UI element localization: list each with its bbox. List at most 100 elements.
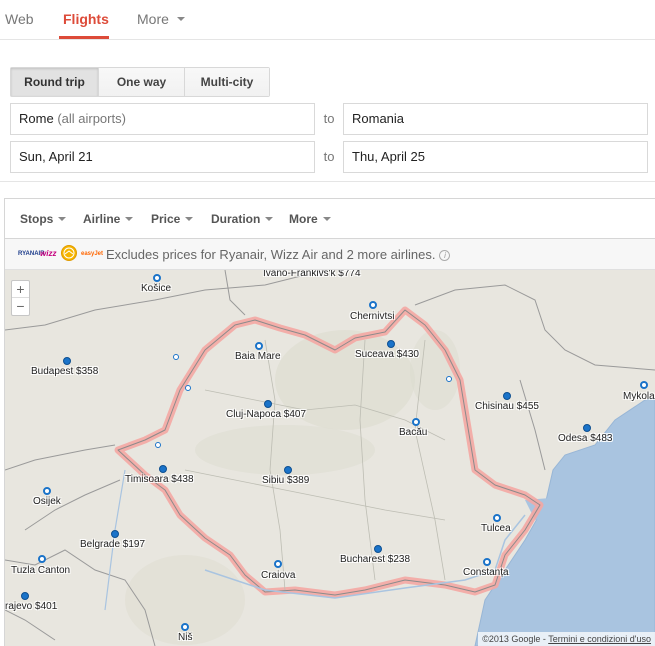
city-label: Tuzla Canton — [11, 565, 71, 576]
chevron-down-icon — [322, 216, 331, 221]
zoom-control: + − — [11, 280, 30, 316]
trip-type-selector: Round trip One way Multi-city — [10, 67, 270, 97]
map-pin-small[interactable] — [155, 442, 161, 448]
map-pin[interactable] — [255, 342, 263, 350]
filter-stops[interactable]: Stops — [20, 212, 67, 226]
map-pin[interactable] — [387, 340, 395, 348]
city-label[interactable]: Timisoara $438 — [125, 474, 194, 485]
exclusion-text: Excludes prices for Ryanair, Wizz Air an… — [106, 247, 451, 262]
to-label: to — [323, 111, 335, 126]
map-pin[interactable] — [412, 418, 420, 426]
map-pin[interactable] — [153, 274, 161, 282]
map-pin[interactable] — [493, 514, 501, 522]
map-pin-small[interactable] — [173, 354, 179, 360]
filter-more[interactable]: More — [289, 212, 331, 226]
map-pin[interactable] — [583, 424, 591, 432]
city-label: Bacău — [399, 427, 428, 438]
map-pin[interactable] — [181, 623, 189, 631]
lufthansa-icon — [61, 245, 77, 261]
destination-input[interactable]: Romania — [343, 103, 648, 135]
city-label[interactable]: Sibiu $389 — [262, 475, 309, 486]
origin-input[interactable]: Rome (all airports) — [10, 103, 315, 135]
map-copyright: ©2013 Google - Termini e condizioni d'us… — [478, 632, 655, 646]
zoom-in-button[interactable]: + — [12, 281, 29, 298]
filter-airline-label: Airline — [83, 212, 121, 226]
map-pin[interactable] — [63, 357, 71, 365]
city-label[interactable]: Belgrade $197 — [80, 539, 145, 550]
filter-price-label: Price — [151, 212, 181, 226]
multi-city-button[interactable]: Multi-city — [185, 68, 269, 96]
city-label: Constanța — [463, 567, 509, 578]
city-label: Chernivtsi — [350, 311, 395, 322]
exclusion-notice: RYANAIR wizz easyJet Excludes prices for… — [5, 239, 655, 270]
map-pin[interactable] — [483, 558, 491, 566]
filter-airline[interactable]: Airline — [83, 212, 134, 226]
top-nav: Web Flights More — [0, 0, 655, 40]
route-row: Rome (all airports) to Romania — [10, 103, 648, 135]
chevron-down-icon — [125, 216, 134, 221]
depart-date-input[interactable]: Sun, April 21 — [10, 141, 315, 173]
city-label: Osijek — [33, 496, 61, 507]
chevron-down-icon — [176, 17, 185, 22]
city-label[interactable]: Suceava $430 — [355, 349, 419, 360]
info-icon[interactable]: i — [439, 250, 451, 262]
chevron-down-icon — [185, 216, 194, 221]
filter-bar: Stops Airline Price Duration More — [5, 199, 655, 239]
map-pin[interactable] — [374, 545, 382, 553]
chevron-down-icon — [58, 216, 67, 221]
city-label: Baia Mare — [235, 351, 281, 362]
zoom-out-button[interactable]: − — [12, 298, 29, 315]
origin-value: Rome — [19, 111, 54, 126]
city-label[interactable]: Cluj-Napoca $407 — [226, 409, 306, 420]
city-label[interactable]: Odesa $483 — [558, 433, 613, 444]
filter-price[interactable]: Price — [151, 212, 194, 226]
chevron-down-icon — [265, 216, 274, 221]
map-pin[interactable] — [21, 592, 29, 600]
filter-stops-label: Stops — [20, 212, 54, 226]
map-pin[interactable] — [38, 555, 46, 563]
round-trip-button[interactable]: Round trip — [11, 68, 99, 96]
city-label[interactable]: rajevo $401 — [5, 601, 57, 612]
map-pin[interactable] — [264, 400, 272, 408]
city-label: Niš — [178, 632, 193, 643]
filter-duration[interactable]: Duration — [211, 212, 274, 226]
easyjet-logo: easyJet — [81, 251, 104, 257]
map-pin[interactable] — [43, 487, 51, 495]
map-pin[interactable] — [111, 530, 119, 538]
city-label: Craiova — [261, 570, 296, 581]
map-pin[interactable] — [503, 392, 511, 400]
date-row: Sun, April 21 to Thu, April 25 — [10, 141, 648, 173]
map-pin[interactable] — [369, 301, 377, 309]
tab-flights[interactable]: Flights — [63, 11, 109, 27]
map-pin[interactable] — [159, 465, 167, 473]
wizz-logo: wizz — [40, 249, 57, 258]
return-date-input[interactable]: Thu, April 25 — [343, 141, 648, 173]
tab-more[interactable]: More — [137, 11, 185, 27]
city-label[interactable]: Bucharest $238 — [340, 554, 410, 565]
city-label[interactable]: Budapest $358 — [31, 366, 98, 377]
city-label: Mykola — [623, 391, 655, 402]
map-pin-small[interactable] — [446, 376, 452, 382]
map-pin[interactable] — [640, 381, 648, 389]
map-pin[interactable] — [284, 466, 292, 474]
city-label: Košice — [141, 283, 172, 294]
filter-more-label: More — [289, 212, 318, 226]
map-canvas[interactable]: + − Ivano-Frankivs'k $774 Košice Cherniv… — [5, 270, 655, 646]
one-way-button[interactable]: One way — [99, 68, 185, 96]
origin-qualifier: (all airports) — [57, 111, 126, 126]
copyright-text: ©2013 Google - — [482, 634, 546, 644]
exclusion-text-label: Excludes prices for Ryanair, Wizz Air an… — [106, 247, 436, 262]
section-divider — [0, 181, 655, 182]
city-label[interactable]: Chisinau $455 — [475, 401, 539, 412]
city-label: Tulcea — [481, 523, 511, 534]
city-label[interactable]: Ivano-Frankivs'k $774 — [263, 270, 361, 279]
terms-link[interactable]: Termini e condizioni d'uso — [548, 634, 651, 644]
tab-more-label: More — [137, 11, 169, 27]
active-tab-indicator — [59, 36, 109, 39]
tab-web[interactable]: Web — [5, 11, 34, 27]
to-label: to — [323, 149, 335, 164]
map-pin-small[interactable] — [185, 385, 191, 391]
map-pin[interactable] — [274, 560, 282, 568]
filter-duration-label: Duration — [211, 212, 261, 226]
map-base — [5, 270, 655, 646]
